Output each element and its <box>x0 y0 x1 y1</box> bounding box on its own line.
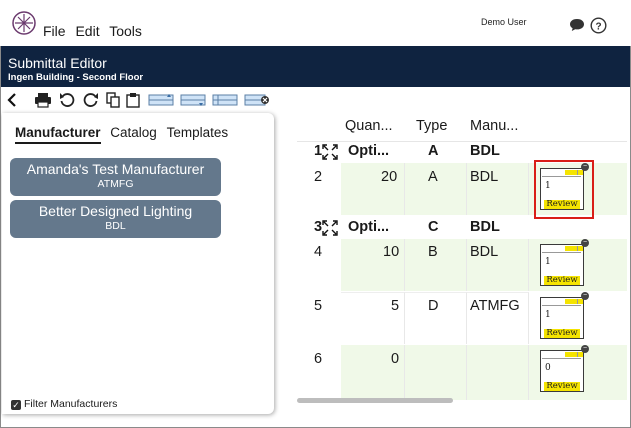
page-title: Submittal Editor <box>8 55 107 71</box>
submittal-grid: Quan... Type Manu... 1 Opti... A BDL 2 2… <box>297 113 627 400</box>
option-cell: Opti... <box>348 143 390 159</box>
manufacturer-button-bdl[interactable]: Better Designed Lighting BDL <box>10 200 221 238</box>
review-label: Review <box>544 276 580 285</box>
manufacturer-code: ATMFG <box>97 178 134 190</box>
quantity-cell[interactable]: 20 <box>381 169 397 185</box>
type-cell[interactable]: A <box>428 169 438 185</box>
manufacturer-cell[interactable]: ATMFG <box>470 298 520 314</box>
manufacturer-button-atmfg[interactable]: Amanda's Test Manufacturer ATMFG <box>10 158 221 196</box>
toolbar <box>0 89 631 111</box>
option-cell: Opti... <box>348 219 390 235</box>
manufacturer-panel: Manufacturer Catalog Templates Amanda's … <box>2 113 274 414</box>
delete-row-icon[interactable] <box>244 92 270 108</box>
row-number: 3 <box>314 219 323 235</box>
type-cell[interactable]: B <box>428 244 438 260</box>
row-number: 2 <box>314 169 323 185</box>
type-cell[interactable]: D <box>428 298 438 314</box>
print-icon[interactable] <box>34 92 52 108</box>
project-subtitle: Ingen Building - Second Floor <box>8 72 144 83</box>
menu-tools[interactable]: Tools <box>109 23 142 39</box>
panel-tabs: Manufacturer Catalog Templates <box>15 125 234 144</box>
expand-icon[interactable] <box>322 220 338 236</box>
manufacturer-cell[interactable]: BDL <box>470 244 498 260</box>
column-header-quantity[interactable]: Quan... <box>345 118 393 134</box>
paste-icon[interactable] <box>126 92 140 108</box>
row-number: 6 <box>314 351 323 367</box>
document-thumbnail[interactable]: 0 Review − <box>540 345 589 392</box>
table-row[interactable]: 5 5 D ATMFG 1 Review − <box>297 292 627 344</box>
help-icon[interactable]: ? <box>590 17 607 34</box>
row-number: 4 <box>314 244 323 260</box>
manufacturer-name: Amanda's Test Manufacturer <box>26 161 205 177</box>
column-header-manufacturer[interactable]: Manu... <box>470 118 518 134</box>
document-thumbnail[interactable]: 1 Review − <box>540 292 589 339</box>
filter-checkbox[interactable]: ✓ <box>11 400 21 410</box>
thumbnail-page-count: 1 <box>545 257 551 267</box>
type-cell: C <box>428 219 439 235</box>
tab-templates[interactable]: Templates <box>167 125 229 142</box>
menu-file[interactable]: File <box>43 23 66 39</box>
remove-icon[interactable]: − <box>581 239 589 247</box>
app-logo-icon[interactable] <box>12 11 36 35</box>
type-cell: A <box>428 143 439 159</box>
grid-header: Quan... Type Manu... <box>297 113 627 142</box>
tab-catalog[interactable]: Catalog <box>110 125 157 142</box>
manufacturer-cell[interactable]: BDL <box>470 169 498 185</box>
filter-label: Filter Manufacturers <box>24 398 118 410</box>
title-bar: Submittal Editor Ingen Building - Second… <box>1 46 630 87</box>
remove-icon[interactable]: − <box>581 345 589 353</box>
thumbnail-page-count: 0 <box>545 363 551 373</box>
thumbnail-page-count: 1 <box>545 310 551 320</box>
selection-highlight <box>534 160 594 219</box>
quantity-cell[interactable]: 5 <box>391 298 399 314</box>
manufacturer-cell: BDL <box>470 219 500 235</box>
user-name[interactable]: Demo User <box>481 17 527 27</box>
document-thumbnail[interactable]: 1 Review − <box>540 239 589 286</box>
manufacturer-cell: BDL <box>470 143 500 159</box>
quantity-cell[interactable]: 0 <box>391 351 399 367</box>
insert-row-above-icon[interactable] <box>148 92 174 108</box>
svg-text:?: ? <box>595 22 601 33</box>
horizontal-scrollbar[interactable] <box>297 398 453 403</box>
undo-icon[interactable] <box>59 92 75 108</box>
table-row[interactable]: 2 20 A BDL 1 Review − <box>297 160 627 219</box>
column-header-type[interactable]: Type <box>416 118 447 134</box>
insert-row-below-icon[interactable] <box>180 92 206 108</box>
review-label: Review <box>544 329 580 338</box>
filter-manufacturers[interactable]: ✓ Filter Manufacturers <box>11 398 117 410</box>
redo-icon[interactable] <box>83 92 99 108</box>
tab-manufacturer[interactable]: Manufacturer <box>15 125 101 144</box>
table-row[interactable]: 3 Opti... C BDL <box>297 217 627 239</box>
table-row[interactable]: 4 10 B BDL 1 Review − <box>297 239 627 291</box>
expand-icon[interactable] <box>322 144 338 160</box>
manufacturer-name: Better Designed Lighting <box>38 203 193 219</box>
row-number: 5 <box>314 298 323 314</box>
table-row[interactable]: 6 0 0 Review − <box>297 345 627 400</box>
manufacturer-code: BDL <box>105 220 126 232</box>
back-icon[interactable] <box>7 92 17 108</box>
quantity-cell[interactable]: 10 <box>383 244 399 260</box>
row-number: 1 <box>314 143 323 159</box>
chat-icon[interactable] <box>569 18 585 32</box>
indent-row-icon[interactable] <box>212 92 238 108</box>
menu-edit[interactable]: Edit <box>75 23 99 39</box>
remove-icon[interactable]: − <box>581 292 589 300</box>
table-row[interactable]: 1 Opti... A BDL <box>297 142 627 162</box>
top-menu-bar: File Edit Tools Demo User ? <box>0 0 631 46</box>
copy-icon[interactable] <box>106 92 120 108</box>
review-label: Review <box>544 382 580 391</box>
